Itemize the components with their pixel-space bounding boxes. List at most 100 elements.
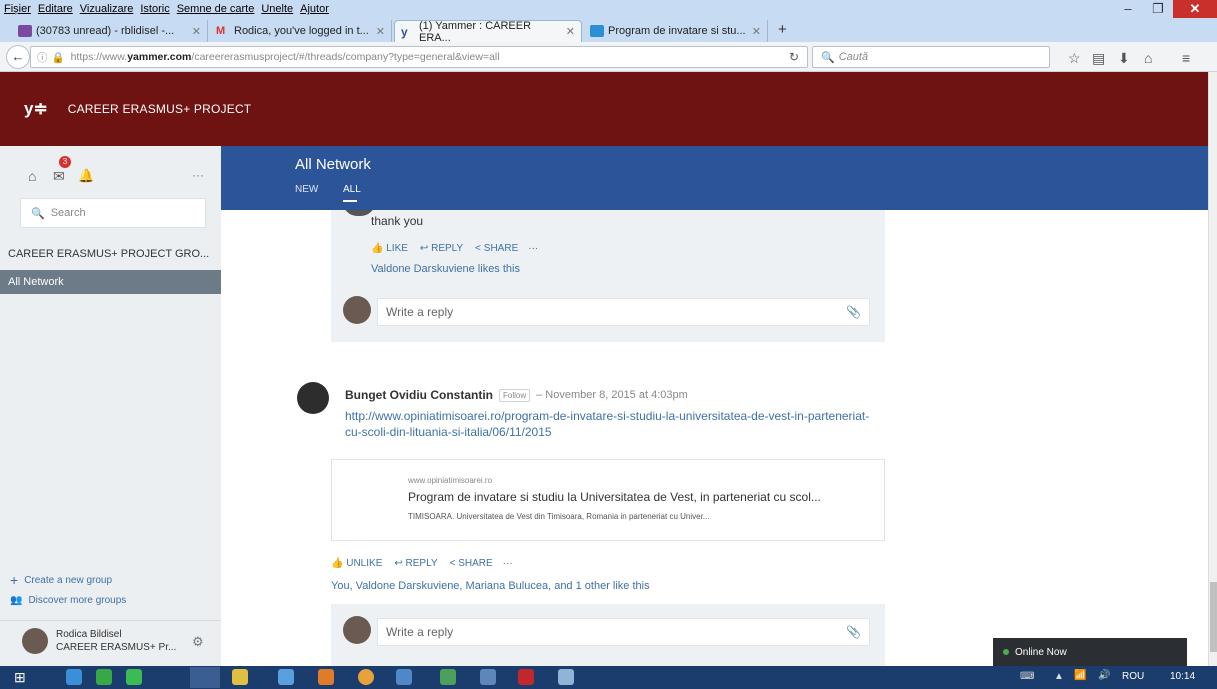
menu-help[interactable]: Ajutor <box>300 3 329 15</box>
user-name[interactable]: Rodica Bildisel <box>56 629 122 640</box>
tab-program[interactable]: Program de invatare si stu... ✕ <box>584 20 768 42</box>
close-tab-icon[interactable]: ✕ <box>376 25 385 38</box>
reading-list-icon[interactable]: ▤ <box>1092 50 1105 67</box>
menu-edit[interactable]: Editare <box>38 3 73 15</box>
close-tab-icon[interactable]: ✕ <box>192 25 201 38</box>
link-preview-card[interactable]: www.opiniatimisoarei.ro Program de invat… <box>331 459 885 541</box>
post-date[interactable]: – November 8, 2015 at 4:03pm <box>536 389 688 401</box>
explorer-icon[interactable] <box>232 669 248 685</box>
clock[interactable]: 10:14 <box>1170 671 1195 682</box>
restore-button[interactable]: ❐ <box>1143 0 1173 20</box>
scrollbar-thumb[interactable] <box>1210 582 1217 652</box>
app-icon[interactable] <box>396 669 412 685</box>
menu-file[interactable]: Fișier <box>4 3 31 15</box>
notifications-icon[interactable]: 🔔 <box>78 168 94 184</box>
download-icon[interactable]: ⬇ <box>1118 50 1130 67</box>
windows-start-icon[interactable]: ⊞ <box>14 669 36 686</box>
minimize-button[interactable]: – <box>1113 0 1143 20</box>
active-tab-indicator <box>343 200 357 202</box>
tab-all[interactable]: ALL <box>343 184 361 195</box>
sidebar-item-project-group[interactable]: CAREER ERASMUS+ PROJECT GRO... <box>0 242 221 266</box>
people-icon: 👥 <box>10 595 23 606</box>
discover-groups-link[interactable]: 👥 Discover more groups <box>10 595 126 606</box>
ie-icon[interactable] <box>66 669 82 685</box>
reload-icon[interactable]: ↻ <box>789 50 799 64</box>
close-button[interactable]: ✕ <box>1173 0 1217 20</box>
pdf-reader-icon[interactable] <box>518 669 534 685</box>
app-icon[interactable] <box>318 669 334 685</box>
menu-history[interactable]: Istoric <box>140 3 169 15</box>
card-title: Program de invatare si studiu la Univers… <box>408 490 821 504</box>
app-icon[interactable] <box>558 669 574 685</box>
sidebar-search-input[interactable]: 🔍 Search <box>20 198 206 228</box>
app-icon[interactable] <box>440 669 456 685</box>
app-icon[interactable] <box>480 669 496 685</box>
create-group-link[interactable]: + Create a new group <box>10 572 112 588</box>
attachment-icon[interactable]: 📎 <box>846 625 861 639</box>
reply-button[interactable]: ↩ REPLY <box>394 558 437 569</box>
volume-icon[interactable]: 🔊 <box>1098 670 1110 681</box>
avatar[interactable] <box>297 382 329 414</box>
home-icon[interactable]: ⌂ <box>1144 50 1152 66</box>
online-status-icon <box>1003 649 1009 655</box>
network-icon[interactable]: 📶 <box>1074 670 1086 681</box>
divider <box>0 620 221 621</box>
search-icon: 🔍 <box>31 207 45 220</box>
page-title: All Network <box>295 156 371 173</box>
hamburger-menu-icon[interactable]: ≡ <box>1182 50 1190 66</box>
write-reply-input[interactable]: Write a reply 📎 <box>377 618 870 646</box>
tab-mail[interactable]: (30783 unread) - rblidisel -... ✕ <box>12 20 208 42</box>
chrome-icon[interactable] <box>358 669 374 685</box>
address-bar[interactable]: ⓘ 🔒 https://www. yammer.com/careererasmus… <box>30 46 808 68</box>
like-button[interactable]: 👍 LIKE <box>371 243 408 254</box>
tray-arrow-icon[interactable]: ▲ <box>1054 671 1064 682</box>
new-tab-icon[interactable]: + <box>778 21 787 38</box>
home-icon[interactable]: ⌂ <box>28 168 36 184</box>
network-name[interactable]: CAREER ERASMUS+ PROJECT <box>68 102 252 116</box>
firefox-taskbar-icon[interactable] <box>190 667 220 688</box>
menu-view[interactable]: Vizualizare <box>80 3 134 15</box>
share-button[interactable]: < SHARE <box>450 558 493 569</box>
inbox-icon[interactable]: ✉ <box>53 168 65 185</box>
likes-summary[interactable]: Valdone Darskuviene likes this <box>371 263 520 275</box>
close-tab-icon[interactable]: ✕ <box>566 25 575 38</box>
likes-summary[interactable]: You, Valdone Darskuviene, Mariana Buluce… <box>331 580 650 592</box>
tab-gmail[interactable]: M Rodica, you've logged in t... ✕ <box>210 20 392 42</box>
app-icon[interactable] <box>126 669 142 685</box>
sidebar-item-all-network[interactable]: All Network <box>0 270 221 294</box>
menu-bookmarks[interactable]: Semne de carte <box>177 3 255 15</box>
tab-yammer[interactable]: y (1) Yammer : CAREER ERA... ✕ <box>394 20 582 44</box>
reply-composer-block: Write a reply 📎 <box>331 286 885 342</box>
app-icon[interactable] <box>278 669 294 685</box>
reply-button[interactable]: ↩ REPLY <box>420 243 463 254</box>
keyboard-icon[interactable]: ⌨ <box>1020 671 1034 682</box>
info-icon[interactable]: ⓘ <box>37 50 48 65</box>
yammer-logo[interactable]: y≑ <box>24 99 48 119</box>
close-tab-icon[interactable]: ✕ <box>752 25 761 38</box>
yammer-icon: y <box>401 24 408 39</box>
post-link[interactable]: http://www.opiniatimisoarei.ro/program-d… <box>345 408 875 440</box>
back-icon[interactable]: ← <box>6 45 30 69</box>
more-icon[interactable]: ··· <box>192 168 204 182</box>
more-actions-button[interactable]: ··· <box>503 558 513 569</box>
online-now-panel[interactable]: Online Now <box>993 638 1187 666</box>
scrollbar[interactable] <box>1208 72 1217 666</box>
yammer-header: y≑ CAREER ERASMUS+ PROJECT <box>0 72 1208 146</box>
app-icon[interactable] <box>96 669 112 685</box>
write-reply-input[interactable]: Write a reply 📎 <box>377 298 870 326</box>
follow-button[interactable]: Follow <box>499 388 531 402</box>
author-name[interactable]: Bunget Ovidiu Constantin <box>345 388 493 402</box>
unlike-button[interactable]: 👍 UNLIKE <box>331 558 382 569</box>
navigation-bar: ← ⓘ 🔒 https://www. yammer.com/careererasm… <box>0 42 1217 72</box>
search-bar[interactable]: 🔍 Caută <box>812 46 1050 68</box>
menu-tools[interactable]: Unelte <box>261 3 293 15</box>
more-actions-button[interactable]: ··· <box>528 243 538 254</box>
attachment-icon[interactable]: 📎 <box>846 305 861 319</box>
tab-new[interactable]: NEW <box>295 184 318 195</box>
post-actions: 👍 UNLIKE ↩ REPLY < SHARE ··· <box>331 558 513 569</box>
avatar[interactable] <box>22 628 48 654</box>
language-indicator[interactable]: ROU <box>1122 671 1144 682</box>
gear-icon[interactable]: ⚙ <box>192 634 204 650</box>
share-button[interactable]: < SHARE <box>475 243 518 254</box>
bookmark-star-icon[interactable]: ☆ <box>1068 50 1081 67</box>
